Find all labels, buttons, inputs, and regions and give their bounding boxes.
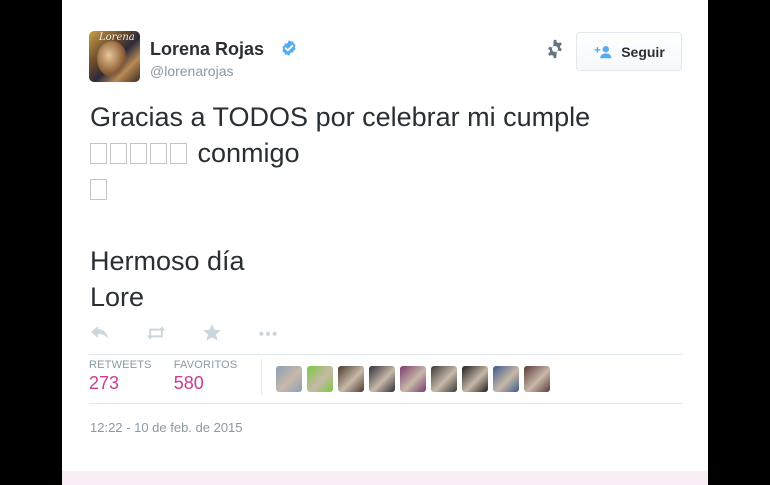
favoriter-avatar[interactable]	[369, 366, 395, 392]
more-button[interactable]	[258, 322, 314, 344]
favoriter-avatar[interactable]	[276, 366, 302, 392]
tweet-line-2-text: conmigo	[197, 138, 300, 168]
stats-separator	[261, 359, 262, 395]
favoriter-avatars	[276, 366, 550, 392]
favoriter-avatar[interactable]	[462, 366, 488, 392]
favoriter-avatar[interactable]	[431, 366, 457, 392]
favorites-count: 580	[173, 373, 204, 393]
divider-top	[89, 354, 683, 355]
tweet-timestamp[interactable]: 12:22 - 10 de feb. de 2015	[90, 420, 243, 435]
tweet-line-1: Gracias a TODOS por celebrar mi cumple	[90, 102, 591, 132]
missing-glyph	[170, 143, 187, 164]
retweets-count: 273	[89, 373, 120, 393]
favoriter-avatar[interactable]	[338, 366, 364, 392]
favorites-label: FAVORITOS	[173, 359, 238, 371]
missing-glyph	[110, 143, 127, 164]
user-name[interactable]: Lorena Rojas	[150, 39, 264, 60]
missing-glyph	[130, 143, 147, 164]
tweet-line-6: Lore	[90, 282, 145, 312]
missing-glyph	[90, 179, 107, 200]
reply-icon	[91, 326, 108, 339]
follow-button[interactable]: Seguir	[576, 32, 682, 71]
missing-glyph	[150, 143, 167, 164]
reply-button[interactable]	[90, 322, 146, 344]
follow-button-label: Seguir	[621, 43, 665, 60]
divider-bottom	[89, 403, 683, 404]
verified-icon	[282, 40, 296, 56]
tweet-stats: RETWEETS 273 FAVORITOS 580	[89, 359, 259, 394]
favorites-stat[interactable]: FAVORITOS 580	[174, 359, 238, 394]
avatar-photo	[97, 41, 127, 77]
tweet-text: Gracias a TODOS por celebrar mi cumple c…	[90, 99, 680, 315]
star-icon	[203, 324, 221, 341]
favoriter-avatar[interactable]	[524, 366, 550, 392]
user-avatar[interactable]: Lorena	[89, 31, 140, 82]
avatar-text: Lorena	[99, 32, 135, 43]
tweet-line-2: conmigo	[90, 135, 680, 171]
retweet-button[interactable]	[146, 322, 202, 344]
user-handle[interactable]: @lorenarojas	[150, 63, 233, 79]
favoriter-avatar[interactable]	[493, 366, 519, 392]
footer-bar	[62, 471, 708, 485]
gear-icon[interactable]	[544, 38, 566, 60]
favoriter-avatar[interactable]	[307, 366, 333, 392]
missing-glyph	[90, 143, 107, 164]
favorite-button[interactable]	[202, 322, 258, 344]
retweet-icon	[146, 326, 166, 340]
more-icon	[259, 331, 277, 336]
tweet-actions	[90, 322, 314, 344]
tweet-line-3	[90, 171, 680, 207]
tweet-card: Lorena Lorena Rojas @lorenarojas Seguir …	[62, 0, 708, 485]
retweets-label: RETWEETS	[89, 359, 152, 371]
favoriter-avatar[interactable]	[400, 366, 426, 392]
retweets-stat[interactable]: RETWEETS 273	[89, 359, 152, 394]
tweet-line-5: Hermoso día	[90, 246, 245, 276]
add-user-icon	[594, 45, 612, 58]
